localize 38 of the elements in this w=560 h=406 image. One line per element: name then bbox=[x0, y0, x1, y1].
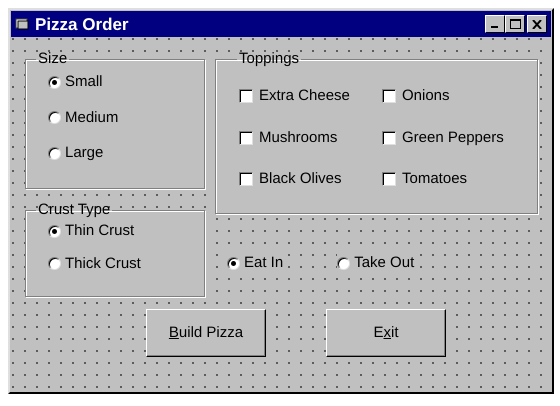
radio-button[interactable] bbox=[337, 256, 350, 270]
checkbox-label[interactable]: Green Peppers bbox=[402, 126, 504, 149]
checkbox-label[interactable]: Onions bbox=[402, 85, 450, 108]
radio-label[interactable]: Small bbox=[65, 71, 103, 94]
form-icon bbox=[15, 18, 29, 30]
maximize-button[interactable] bbox=[505, 15, 525, 33]
frame-title: Toppings bbox=[238, 51, 300, 67]
radio-button[interactable] bbox=[48, 257, 61, 270]
radio-label[interactable]: Large bbox=[65, 142, 104, 164]
checkbox-label[interactable]: Extra Cheese bbox=[259, 85, 350, 108]
frame-title: Size bbox=[37, 51, 68, 67]
radio-label[interactable]: Eat In bbox=[244, 252, 284, 274]
window-title: Pizza Order bbox=[35, 16, 129, 32]
checkbox[interactable] bbox=[382, 130, 396, 145]
checkbox-label[interactable]: Tomatoes bbox=[402, 168, 468, 190]
radio-button[interactable] bbox=[48, 224, 61, 238]
maximize-icon bbox=[510, 19, 520, 29]
command-button[interactable]: Exit bbox=[326, 309, 446, 357]
frame-title: Crust Type bbox=[37, 202, 112, 218]
radio-label[interactable]: Take Out bbox=[354, 252, 414, 274]
radio-label[interactable]: Thin Crust bbox=[65, 220, 134, 242]
radio-button[interactable] bbox=[48, 111, 61, 124]
minimize-button[interactable] bbox=[485, 15, 505, 33]
radio-button[interactable] bbox=[227, 256, 240, 270]
radio-label[interactable]: Medium bbox=[65, 106, 118, 129]
checkbox-label[interactable]: Mushrooms bbox=[259, 126, 338, 149]
close-icon bbox=[532, 20, 542, 28]
command-button[interactable]: Build Pizza bbox=[146, 309, 266, 357]
radio-label[interactable]: Thick Crust bbox=[65, 252, 141, 275]
checkbox[interactable] bbox=[239, 89, 253, 104]
checkbox[interactable] bbox=[382, 89, 396, 104]
radio-button[interactable] bbox=[48, 146, 61, 160]
close-button[interactable] bbox=[527, 15, 547, 33]
radio-button[interactable] bbox=[48, 76, 61, 89]
checkbox[interactable] bbox=[239, 130, 253, 145]
checkbox[interactable] bbox=[239, 172, 253, 186]
checkbox-label[interactable]: Black Olives bbox=[259, 168, 342, 190]
checkbox[interactable] bbox=[382, 172, 396, 186]
